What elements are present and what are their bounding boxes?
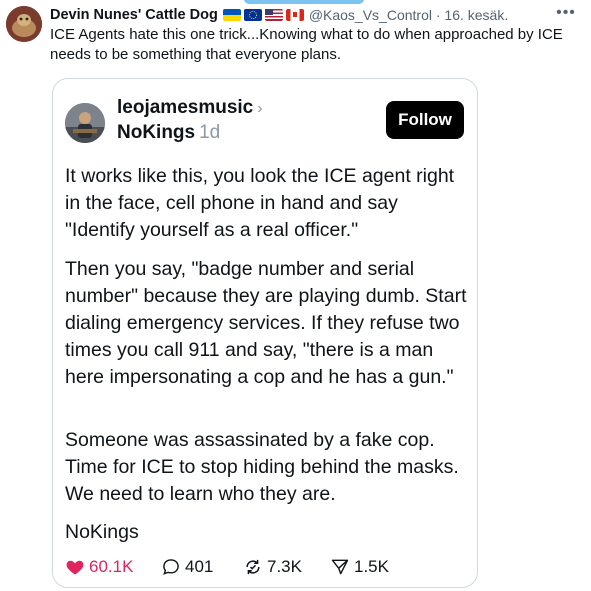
- embed-paragraph-1: It works like this, you look the ICE age…: [65, 165, 455, 241]
- repost-icon: [246, 559, 260, 575]
- embed-subline-name[interactable]: NoKings: [117, 122, 195, 143]
- embed-hashtag-line: NoKings: [65, 521, 139, 543]
- embed-paragraph-3: Someone was assassinated by a fake cop. …: [65, 429, 459, 505]
- embed-username-row[interactable]: leojamesmusic ›: [117, 96, 263, 121]
- share-count: 1.5K: [354, 557, 389, 576]
- reply-count: 401: [185, 557, 214, 576]
- repost-action[interactable]: 7.3K: [243, 557, 330, 577]
- embed-paragraph-2: Then you say, "badge number and serial n…: [65, 258, 467, 388]
- tweet-text: ICE Agents hate this one trick...Knowing…: [50, 26, 563, 63]
- tweet-header: Devin Nunes' Cattle Dog @Kaos_Vs_Control…: [50, 6, 581, 24]
- name-flag-emojis: [222, 9, 304, 21]
- heart-icon: [66, 560, 84, 575]
- author-display-name[interactable]: Devin Nunes' Cattle Dog: [50, 7, 218, 23]
- canada-flag-icon: [285, 9, 304, 21]
- us-flag-icon: [264, 9, 283, 21]
- embed-action-bar: 60.1K 401 7.3K 1.5K: [65, 555, 465, 579]
- chevron-right-icon: ›: [257, 100, 263, 117]
- share-icon: [331, 559, 349, 575]
- author-handle-date[interactable]: @Kaos_Vs_Control · 16. kesäk.: [309, 7, 508, 23]
- ukraine-flag-icon: [222, 9, 241, 21]
- like-action[interactable]: 60.1K: [65, 557, 161, 577]
- embedded-post-card[interactable]: leojamesmusic › NoKings 1d Follow It works…: [52, 78, 478, 588]
- embed-timestamp: 1d: [199, 122, 221, 143]
- like-count: 60.1K: [89, 557, 134, 576]
- embed-username[interactable]: leojamesmusic: [117, 97, 253, 118]
- reply-icon: [163, 559, 179, 575]
- follow-button[interactable]: Follow: [386, 101, 464, 139]
- eu-flag-icon: [243, 9, 262, 21]
- reply-action[interactable]: 401: [161, 557, 243, 577]
- more-icon[interactable]: •••: [555, 4, 577, 22]
- embed-subline: NoKings 1d: [117, 121, 220, 145]
- top-highlight-bar: [244, 0, 364, 4]
- author-avatar[interactable]: [6, 6, 42, 42]
- repost-count: 7.3K: [267, 557, 302, 576]
- embed-author-avatar[interactable]: [65, 103, 105, 143]
- share-action[interactable]: 1.5K: [330, 557, 389, 577]
